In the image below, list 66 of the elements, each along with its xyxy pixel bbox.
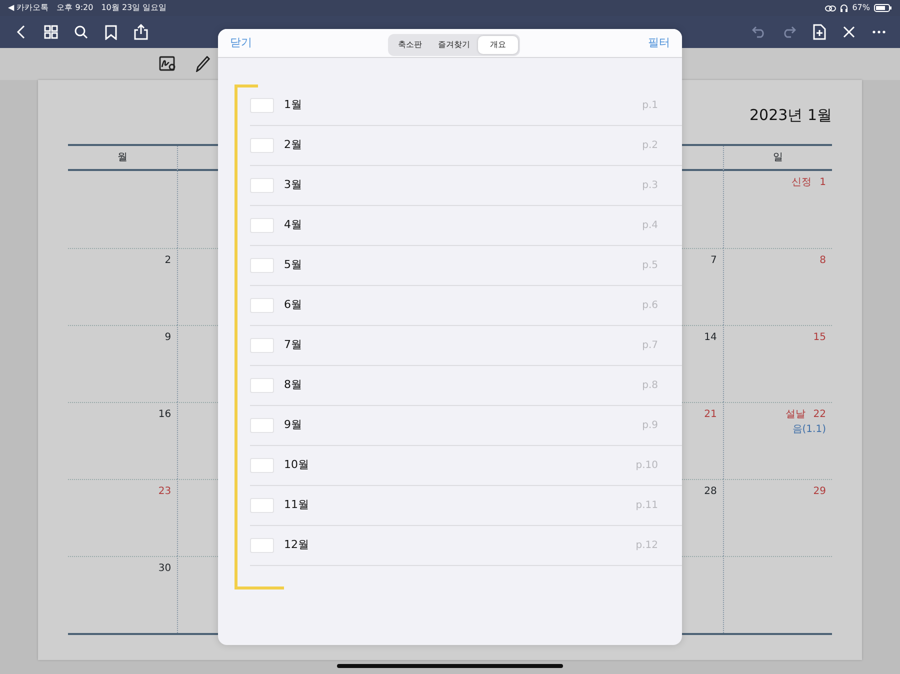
page-thumbnail — [250, 258, 274, 273]
share-icon — [134, 24, 148, 40]
lasso-icon — [159, 56, 177, 72]
page-thumbnail — [250, 218, 274, 233]
page-thumbnail — [250, 498, 274, 513]
segment-tab[interactable]: 개요 — [478, 36, 518, 54]
thumbnails-icon — [44, 25, 58, 39]
close-icon — [843, 26, 855, 38]
pen-icon — [196, 56, 210, 72]
day-number: 29 — [813, 485, 826, 499]
outline-item[interactable]: 8월 p.8 — [250, 366, 682, 406]
page-thumbnail — [250, 178, 274, 193]
day-number: 8 — [820, 254, 826, 268]
back-icon — [16, 25, 26, 39]
day-number: 22 — [813, 408, 826, 422]
page-thumbnail — [250, 458, 274, 473]
page-thumbnail — [250, 298, 274, 313]
page-thumbnail — [250, 338, 274, 353]
segment-tab[interactable]: 축소판 — [390, 36, 430, 54]
weekday-header: 일 — [772, 152, 783, 163]
outline-item[interactable]: 10월 p.10 — [250, 446, 682, 486]
holiday-name: 신정 — [792, 176, 812, 190]
search-icon — [74, 25, 88, 39]
add-page-icon — [812, 24, 826, 40]
outline-item[interactable]: 1월 p.1 — [250, 86, 682, 126]
status-date: 10월 23일 일요일 — [101, 2, 167, 14]
outline-item[interactable]: 3월 p.3 — [250, 166, 682, 206]
day-number: 30 — [158, 562, 172, 576]
day-number: 7 — [710, 254, 717, 268]
day-number: 1 — [820, 176, 826, 190]
battery-percent: 67% — [852, 2, 870, 14]
page-thumbnail — [250, 138, 274, 153]
outline-item[interactable]: 2월 p.2 — [250, 126, 682, 166]
weekday-header: 월 — [118, 152, 128, 163]
calendar-title: 2023년 1월 — [750, 106, 832, 124]
headphones-icon — [840, 4, 848, 12]
link-icon — [825, 4, 836, 12]
day-number: 21 — [704, 408, 717, 422]
day-number: 14 — [704, 331, 717, 345]
battery-icon — [874, 4, 892, 12]
bookmark-icon — [105, 24, 117, 40]
segment-tab[interactable]: 즐겨찾기 — [430, 36, 478, 54]
day-number: 2 — [164, 254, 172, 268]
back-to-app-link[interactable]: ◀ 카카오톡 — [8, 2, 49, 14]
outline-item[interactable]: 9월 p.9 — [250, 406, 682, 446]
outline-item[interactable]: 7월 p.7 — [250, 326, 682, 366]
page-thumbnail — [250, 538, 274, 553]
lunar-date: 음(1.1) — [792, 423, 826, 437]
status-time: 오후 9:20 — [56, 2, 94, 14]
outline-item[interactable]: 5월 p.5 — [250, 246, 682, 286]
undo-icon — [752, 26, 766, 38]
page-thumbnail — [250, 98, 274, 113]
day-number: 15 — [813, 331, 826, 345]
outline-item[interactable]: 12월 p.12 — [250, 526, 682, 566]
outline-item[interactable]: 4월 p.4 — [250, 206, 682, 246]
day-number: 28 — [704, 485, 717, 499]
page-thumbnail — [250, 418, 274, 433]
more-icon — [872, 30, 886, 34]
redo-icon — [782, 26, 796, 38]
day-number: 16 — [158, 408, 172, 422]
day-number: 23 — [158, 485, 172, 499]
outline-item[interactable]: 11월 p.11 — [250, 486, 682, 526]
outline-item[interactable]: 6월 p.6 — [250, 286, 682, 326]
holiday-name: 설날 — [785, 408, 806, 422]
day-number: 9 — [164, 331, 172, 345]
page-thumbnail — [250, 378, 274, 393]
